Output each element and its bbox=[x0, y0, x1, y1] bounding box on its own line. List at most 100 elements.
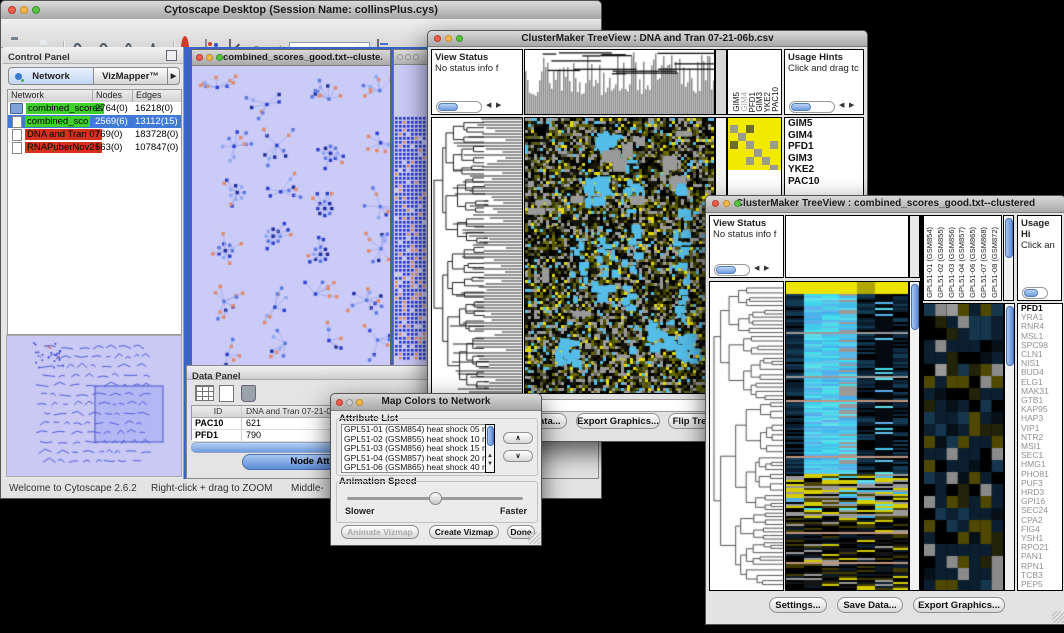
tab-network[interactable]: Network bbox=[8, 67, 94, 85]
close-button[interactable] bbox=[8, 6, 16, 14]
tab-overflow-button[interactable]: ▶ bbox=[168, 67, 180, 85]
back-frame-title-bar[interactable] bbox=[394, 50, 427, 65]
button-save-data-[interactable]: Save Data... bbox=[837, 597, 903, 613]
column-label: GPL51-06 (GSM865) bbox=[969, 227, 977, 298]
zoom-window-button[interactable] bbox=[734, 200, 741, 207]
document-icon bbox=[12, 129, 22, 141]
matrix-row bbox=[730, 120, 781, 128]
column-header-nodes[interactable]: Nodes bbox=[93, 90, 133, 102]
data-column-attr[interactable]: DNA and Tran 07-21-06 bbox=[242, 406, 336, 417]
minimize-button[interactable] bbox=[206, 54, 213, 61]
row-dendrogram[interactable] bbox=[709, 281, 784, 591]
minimize-button[interactable] bbox=[723, 200, 730, 207]
zoom-window-button[interactable] bbox=[456, 35, 463, 42]
data-column-id[interactable]: ID bbox=[192, 406, 242, 417]
network-name: DNA and Tran 07 bbox=[25, 129, 102, 140]
minimize-button[interactable] bbox=[346, 399, 353, 406]
status-pan-hint: Middle- bbox=[291, 483, 324, 494]
close-button[interactable] bbox=[712, 200, 719, 207]
usage-hints-text: Click an bbox=[1018, 240, 1061, 251]
network-list-row[interactable]: combined_sco2569(6)13112(15) bbox=[8, 115, 181, 128]
horizontal-scrollbar[interactable] bbox=[436, 101, 482, 113]
column-labels-vscrollbar[interactable] bbox=[1003, 215, 1014, 301]
attribute-list-vscrollbar[interactable]: ▲ ▼ bbox=[485, 424, 495, 473]
network-frame-title-bar[interactable]: combined_scores_good.txt--cluste... bbox=[192, 50, 390, 66]
zoom-window-button[interactable] bbox=[32, 6, 40, 14]
button-settings-[interactable]: Settings... bbox=[769, 597, 827, 613]
network-list-row[interactable]: RNAPuberNov2+563(0)107847(0) bbox=[8, 141, 181, 154]
scroll-corner bbox=[715, 49, 727, 115]
zoom-vscrollbar[interactable] bbox=[1004, 303, 1015, 591]
network-graph-view[interactable] bbox=[192, 66, 390, 369]
resize-grip[interactable] bbox=[528, 532, 540, 544]
scroll-right-icon[interactable]: ▶ bbox=[764, 264, 769, 274]
document-icon bbox=[12, 116, 22, 128]
minimize-button[interactable] bbox=[20, 6, 28, 14]
column-dendrogram[interactable] bbox=[524, 49, 715, 115]
button-export-graphics-[interactable]: Export Graphics... bbox=[913, 597, 1005, 613]
scroll-right-icon[interactable]: ▶ bbox=[496, 101, 501, 111]
trash-icon[interactable] bbox=[241, 385, 256, 402]
animate-vizmap-button[interactable]: Animate Vizmap bbox=[341, 525, 419, 539]
horizontal-scrollbar[interactable] bbox=[1022, 287, 1048, 299]
network-list-row[interactable]: DNA and Tran 07769(0)183728(0) bbox=[8, 128, 181, 141]
animation-speed-slider[interactable] bbox=[347, 497, 523, 500]
cell-id: PAC10 bbox=[192, 418, 242, 429]
zoom-heatmap[interactable] bbox=[923, 303, 1004, 591]
gene-label: GIM5 bbox=[785, 118, 863, 130]
minimize-button[interactable] bbox=[445, 35, 452, 42]
heatmap-main[interactable] bbox=[785, 281, 909, 591]
gene-label: PAC10 bbox=[785, 176, 863, 188]
column-header-network[interactable]: Network bbox=[8, 90, 93, 102]
minimize-button[interactable] bbox=[405, 54, 411, 60]
chevron-up-icon: ∧ bbox=[515, 435, 520, 442]
close-button[interactable] bbox=[397, 54, 403, 60]
column-header-edges[interactable]: Edges bbox=[133, 90, 181, 102]
button-export-graphics-[interactable]: Export Graphics... bbox=[576, 413, 660, 429]
matrix-row bbox=[730, 128, 781, 136]
close-button[interactable] bbox=[434, 35, 441, 42]
column-label: GPL51-08 (GSM872) bbox=[991, 227, 999, 298]
move-up-button[interactable]: ∧ bbox=[503, 432, 533, 444]
resize-grip[interactable] bbox=[1052, 611, 1064, 623]
scroll-left-icon[interactable]: ◀ bbox=[839, 101, 844, 111]
dialog-title-bar[interactable]: Map Colors to Network bbox=[331, 394, 541, 411]
scroll-down-icon[interactable]: ▼ bbox=[487, 459, 493, 469]
dense-network-grid-view[interactable] bbox=[394, 65, 427, 367]
close-button[interactable] bbox=[196, 54, 203, 61]
document-icon bbox=[12, 142, 22, 154]
slider-thumb[interactable] bbox=[429, 492, 442, 505]
cell-value: 790 bbox=[242, 430, 261, 441]
treeview2-title-bar[interactable]: ClusterMaker TreeView : combined_scores_… bbox=[706, 196, 1064, 213]
network-view-frame: combined_scores_good.txt--cluste... bbox=[191, 49, 391, 369]
network-list-row[interactable]: combined_scores2764(0)16218(0) bbox=[8, 102, 181, 115]
heatmap-vscrollbar[interactable] bbox=[909, 281, 920, 591]
close-button[interactable] bbox=[336, 399, 343, 406]
scroll-left-icon[interactable]: ◀ bbox=[754, 264, 759, 274]
main-title-bar[interactable]: Cytoscape Desktop (Session Name: collins… bbox=[1, 1, 601, 20]
new-attribute-icon[interactable] bbox=[219, 385, 234, 402]
horizontal-scrollbar[interactable] bbox=[789, 101, 835, 113]
zoom-window-button[interactable] bbox=[356, 399, 363, 406]
treeview2-title: ClusterMaker TreeView : combined_scores_… bbox=[736, 198, 1035, 209]
zoom-window-button[interactable] bbox=[216, 54, 223, 61]
main-window-title: Cytoscape Desktop (Session Name: collins… bbox=[164, 4, 438, 16]
tab-vizmapper[interactable]: VizMapper™ bbox=[94, 67, 168, 85]
network-edges-count: 16218(0) bbox=[135, 103, 173, 114]
scroll-left-icon[interactable]: ◀ bbox=[486, 101, 491, 111]
heatmap-main[interactable] bbox=[524, 117, 715, 394]
scroll-right-icon[interactable]: ▶ bbox=[849, 101, 854, 111]
attribute-list-item[interactable]: GPL51-07 (GSM868) heat shock 60 min bbox=[342, 473, 486, 474]
create-vizmap-button[interactable]: Create Vizmap bbox=[429, 525, 499, 539]
float-panel-icon[interactable] bbox=[166, 50, 177, 61]
birds-eye-view[interactable] bbox=[6, 335, 182, 477]
zoom-window-button[interactable] bbox=[413, 54, 419, 60]
status-zoom-hint: Right-click + drag to ZOOM bbox=[151, 483, 272, 494]
horizontal-scrollbar[interactable] bbox=[714, 264, 750, 276]
row-dendrogram[interactable] bbox=[431, 117, 523, 394]
attribute-list[interactable]: GPL51-01 (GSM854) heat shock 05 minGPL51… bbox=[341, 424, 487, 473]
table-grid-icon[interactable] bbox=[195, 385, 214, 401]
similarity-matrix[interactable] bbox=[727, 117, 782, 171]
move-down-button[interactable]: ∨ bbox=[503, 450, 533, 462]
treeview1-title-bar[interactable]: ClusterMaker TreeView : DNA and Tran 07-… bbox=[428, 31, 867, 47]
